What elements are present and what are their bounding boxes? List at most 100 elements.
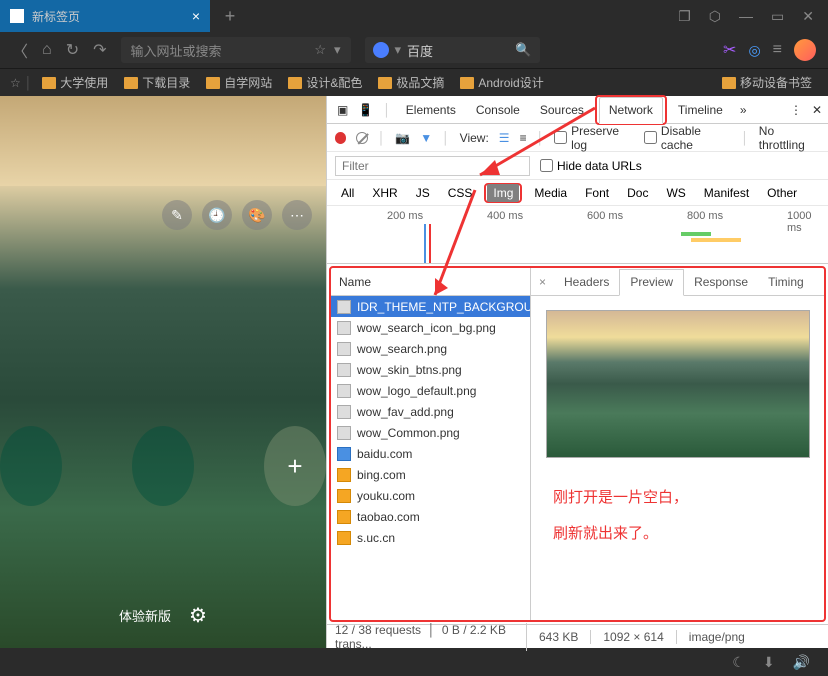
type-font[interactable]: Font: [579, 184, 615, 202]
view-large-icon[interactable]: ☰: [499, 131, 510, 145]
type-other[interactable]: Other: [761, 184, 803, 202]
request-row[interactable]: s.uc.cn: [331, 527, 530, 548]
disable-cache-checkbox[interactable]: Disable cache: [644, 124, 731, 152]
folder-icon: [460, 77, 474, 89]
record-icon[interactable]: [335, 132, 346, 144]
request-row[interactable]: youku.com: [331, 485, 530, 506]
camera-icon[interactable]: 📷: [395, 131, 410, 145]
forward-icon[interactable]: ↷: [93, 40, 106, 60]
type-js[interactable]: JS: [410, 184, 436, 202]
tab-preview[interactable]: Preview: [619, 269, 684, 296]
search-engine-field[interactable]: ▾ 百度 🔍: [365, 37, 540, 63]
device-icon[interactable]: 📱: [354, 103, 377, 117]
bookmark-star-icon[interactable]: ☆: [314, 42, 326, 58]
tab-response[interactable]: Response: [684, 268, 758, 295]
ntp-history-icon[interactable]: 🕘: [202, 200, 232, 230]
request-row[interactable]: bing.com: [331, 464, 530, 485]
minimize-icon[interactable]: —: [739, 8, 753, 25]
type-doc[interactable]: Doc: [621, 184, 654, 202]
type-media[interactable]: Media: [528, 184, 573, 202]
bookmark-folder[interactable]: 自学网站: [200, 74, 278, 91]
home-icon[interactable]: ⌂: [42, 41, 52, 59]
more-tabs-icon[interactable]: »: [734, 103, 753, 117]
status-size: 643 KB: [527, 630, 591, 644]
request-row[interactable]: wow_search_icon_bg.png: [331, 317, 530, 338]
bookmark-folder[interactable]: 设计&配色: [282, 74, 368, 91]
ntp-more-icon[interactable]: ⋯: [282, 200, 312, 230]
request-row[interactable]: IDR_THEME_NTP_BACKGROUN...: [331, 296, 530, 317]
tab-timeline[interactable]: Timeline: [669, 96, 732, 123]
type-manifest[interactable]: Manifest: [698, 184, 755, 202]
url-input[interactable]: 输入网址或搜索 ☆ ▾: [121, 37, 351, 63]
tab-close-icon[interactable]: ×: [192, 8, 200, 24]
tab-timing[interactable]: Timing: [758, 268, 814, 295]
request-name: taobao.com: [357, 510, 420, 524]
view-small-icon[interactable]: ≡: [520, 131, 527, 145]
speed-dial-add[interactable]: +: [264, 426, 326, 506]
inspect-icon[interactable]: ▣: [333, 103, 352, 117]
type-img[interactable]: Img: [487, 184, 519, 202]
menu-icon[interactable]: ≡: [773, 41, 782, 59]
scissors-icon[interactable]: ✂: [723, 40, 736, 60]
type-css[interactable]: CSS: [442, 184, 479, 202]
reload-icon[interactable]: ↻: [66, 40, 79, 60]
browser-tab[interactable]: 新标签页 ×: [0, 0, 210, 32]
ntp-edit-icon[interactable]: ✎: [162, 200, 192, 230]
engine-dropdown-icon[interactable]: ▾: [395, 42, 402, 58]
close-preview-icon[interactable]: ×: [531, 275, 554, 289]
close-window-icon[interactable]: ✕: [802, 8, 814, 25]
filter-icon[interactable]: ▼: [420, 131, 432, 145]
type-filters: All XHR JS CSS Img Media Font Doc WS Man…: [327, 180, 828, 206]
throttling-select[interactable]: No throttling: [759, 124, 820, 152]
bookmark-folder[interactable]: Android设计: [454, 74, 549, 91]
ntp-palette-icon[interactable]: 🎨: [242, 200, 272, 230]
devtools-close-icon[interactable]: ✕: [812, 103, 822, 117]
name-column-header[interactable]: Name: [331, 268, 530, 296]
tab-sources[interactable]: Sources: [531, 96, 593, 123]
preserve-log-checkbox[interactable]: Preserve log: [554, 124, 634, 152]
new-tab-button[interactable]: +: [210, 0, 250, 32]
ntp-try-new[interactable]: 体验新版: [119, 606, 171, 625]
speed-dial[interactable]: [0, 426, 62, 506]
hide-data-urls-checkbox[interactable]: Hide data URLs: [540, 159, 642, 173]
request-row[interactable]: wow_logo_default.png: [331, 380, 530, 401]
search-icon[interactable]: 🔍: [515, 42, 531, 58]
target-icon[interactable]: ◎: [748, 42, 760, 59]
bookmark-folder[interactable]: 极品文摘: [372, 74, 450, 91]
user-avatar[interactable]: [794, 39, 816, 61]
speed-dial[interactable]: [132, 426, 194, 506]
dropdown-icon[interactable]: ▾: [334, 42, 341, 58]
bookmark-folder[interactable]: 下载目录: [118, 74, 196, 91]
request-row[interactable]: taobao.com: [331, 506, 530, 527]
filter-input[interactable]: [335, 156, 530, 176]
maximize-icon[interactable]: ▭: [771, 8, 784, 25]
request-row[interactable]: wow_Common.png: [331, 422, 530, 443]
status-mimetype: image/png: [677, 630, 757, 644]
folder-icon: [722, 77, 736, 89]
waterfall-timeline[interactable]: 200 ms 400 ms 600 ms 800 ms 1000 ms: [327, 206, 828, 264]
request-row[interactable]: wow_skin_btns.png: [331, 359, 530, 380]
download-icon[interactable]: ⬇: [763, 654, 775, 671]
tab-console[interactable]: Console: [467, 96, 529, 123]
restore-icon[interactable]: ❐: [678, 8, 691, 25]
request-row[interactable]: wow_fav_add.png: [331, 401, 530, 422]
clear-icon[interactable]: [356, 132, 367, 144]
shirt-icon[interactable]: ⬡: [709, 8, 721, 25]
devtools-menu-icon[interactable]: ⋮: [790, 103, 802, 117]
tab-headers[interactable]: Headers: [554, 268, 619, 295]
moon-icon[interactable]: ☾: [732, 654, 745, 671]
bookmark-star-icon[interactable]: ☆: [10, 76, 21, 90]
type-all[interactable]: All: [335, 184, 360, 202]
request-row[interactable]: baidu.com: [331, 443, 530, 464]
type-xhr[interactable]: XHR: [366, 184, 403, 202]
gear-icon[interactable]: ⚙: [189, 603, 207, 628]
tab-network[interactable]: Network: [599, 97, 663, 124]
volume-icon[interactable]: 🔊: [793, 654, 810, 671]
tab-elements[interactable]: Elements: [397, 96, 465, 123]
type-ws[interactable]: WS: [660, 184, 691, 202]
back-icon[interactable]: 〈: [12, 38, 28, 62]
bookmark-folder[interactable]: 大学使用: [36, 74, 114, 91]
request-row[interactable]: wow_search.png: [331, 338, 530, 359]
devtools-panel: ▣ 📱 │ Elements Console Sources Network T…: [326, 96, 828, 648]
mobile-bookmarks[interactable]: 移动设备书签: [716, 74, 818, 91]
